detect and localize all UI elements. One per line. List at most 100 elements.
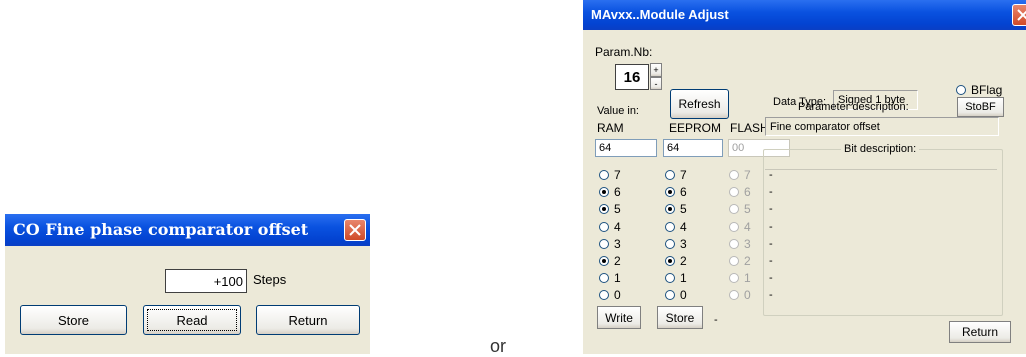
radio-dot [729,256,739,266]
write-button[interactable]: Write [597,306,641,329]
bit-description-label: Bit description: [841,143,920,155]
eeprom-bit-7-radio[interactable]: 7 [665,168,687,182]
stobf-button[interactable]: StoBF [957,97,1004,117]
ram-bit-7-radio[interactable]: 7 [599,168,621,182]
radio-dot [599,187,609,198]
bflag-radio-dot [956,85,966,95]
store-button[interactable]: Store [20,305,127,335]
bit-description-item: - [769,255,773,267]
bflag-radio[interactable]: BFlag [956,83,1002,97]
bit-label: 4 [680,219,687,234]
bit-label: 7 [680,168,687,182]
value-in-label: Value in: [597,105,639,117]
spin-down-button[interactable]: - [650,77,662,90]
bflag-label: BFlag [971,83,1003,97]
flash-bit-5-radio: 5 [729,202,751,216]
fine-phase-dialog: CO Fine phase comparator offset +100 Ste… [5,214,370,354]
eeprom-bit-5-radio[interactable]: 5 [665,202,687,216]
bit-label: 2 [680,254,687,268]
bit-label: 6 [744,185,751,200]
ram-bit-3-radio[interactable]: 3 [599,237,621,251]
ram-bit-0-radio[interactable]: 0 [599,288,621,302]
bit-description-item: - [769,237,773,250]
eeprom-bit-3-radio[interactable]: 3 [665,237,687,251]
flash-bit-0-radio: 0 [729,288,751,302]
eeprom-bit-0-radio[interactable]: 0 [665,288,687,302]
param-description-value: Fine comparator offset [765,117,999,136]
eeprom-column-label: EEPROM [669,121,722,135]
bit-label: 5 [614,202,621,217]
bit-label: 1 [744,271,751,286]
bit-label: 1 [680,271,687,286]
eeprom-value-input[interactable]: 64 [663,139,723,157]
ram-bit-2-radio[interactable]: 2 [599,254,621,268]
bit-label: 3 [680,236,687,251]
bit-description-list [765,169,997,310]
close-icon [349,224,361,236]
bit-description-item: - [769,272,773,285]
radio-dot [599,204,609,215]
param-number-input[interactable]: 16 [615,64,649,90]
steps-input[interactable]: +100 [165,269,247,293]
title-bar[interactable]: MAvxx..Module Adjust [583,0,1026,30]
bit-label: 6 [680,185,687,200]
flash-bit-6-radio: 6 [729,185,751,199]
radio-dot [729,170,739,180]
ram-bit-4-radio[interactable]: 4 [599,220,621,234]
bit-label: 5 [680,202,687,217]
bit-label: 3 [614,236,621,251]
flash-bit-4-radio: 4 [729,220,751,234]
radio-dot [665,238,675,249]
bit-label: 4 [614,219,621,234]
ram-bit-1-radio[interactable]: 1 [599,271,621,285]
ram-value-input[interactable]: 64 [595,139,657,157]
store-button[interactable]: Store [657,306,703,329]
radio-dot [729,204,739,215]
flash-bit-1-radio: 1 [729,271,751,285]
radio-dot [665,204,675,215]
title-bar[interactable]: CO Fine phase comparator offset [5,214,370,246]
bit-label: 0 [614,288,621,303]
refresh-button[interactable]: Refresh [670,89,729,119]
close-icon [1017,9,1026,21]
bit-label: 2 [614,254,621,268]
return-button[interactable]: Return [949,321,1011,343]
radio-dot [665,170,675,180]
ram-bit-6-radio[interactable]: 6 [599,185,621,199]
bit-label: 4 [744,219,751,234]
bit-description-item: - [769,203,773,216]
radio-dot [599,256,609,266]
radio-dot [729,290,739,301]
radio-dot [729,238,739,249]
eeprom-bit-2-radio[interactable]: 2 [665,254,687,268]
close-button[interactable] [1012,4,1026,26]
return-button[interactable]: Return [256,305,360,335]
bit-label: 7 [614,168,621,182]
radio-dot [729,187,739,198]
spin-up-button[interactable]: + [650,63,662,77]
status-text: - [714,314,718,326]
radio-dot [729,221,739,232]
eeprom-bit-1-radio[interactable]: 1 [665,271,687,285]
window-title: CO Fine phase comparator offset [13,220,309,239]
radio-dot [599,221,609,232]
eeprom-bit-4-radio[interactable]: 4 [665,220,687,234]
bit-label: 6 [614,185,621,200]
flash-bit-3-radio: 3 [729,237,751,251]
eeprom-bit-6-radio[interactable]: 6 [665,185,687,199]
close-button[interactable] [344,219,366,241]
bit-description-item: - [769,220,773,233]
radio-dot [665,187,675,198]
radio-dot [599,170,609,180]
flash-column-label: FLASH [730,121,769,135]
bit-label: 5 [744,202,751,217]
radio-dot [665,221,675,232]
window-title: MAvxx..Module Adjust [591,7,729,22]
read-button[interactable]: Read [143,305,241,335]
flash-bit-7-radio: 7 [729,168,751,182]
radio-dot [599,290,609,301]
ram-bit-5-radio[interactable]: 5 [599,202,621,216]
radio-dot [665,273,675,284]
bit-label: 0 [680,288,687,303]
bit-description-item: - [769,186,773,199]
